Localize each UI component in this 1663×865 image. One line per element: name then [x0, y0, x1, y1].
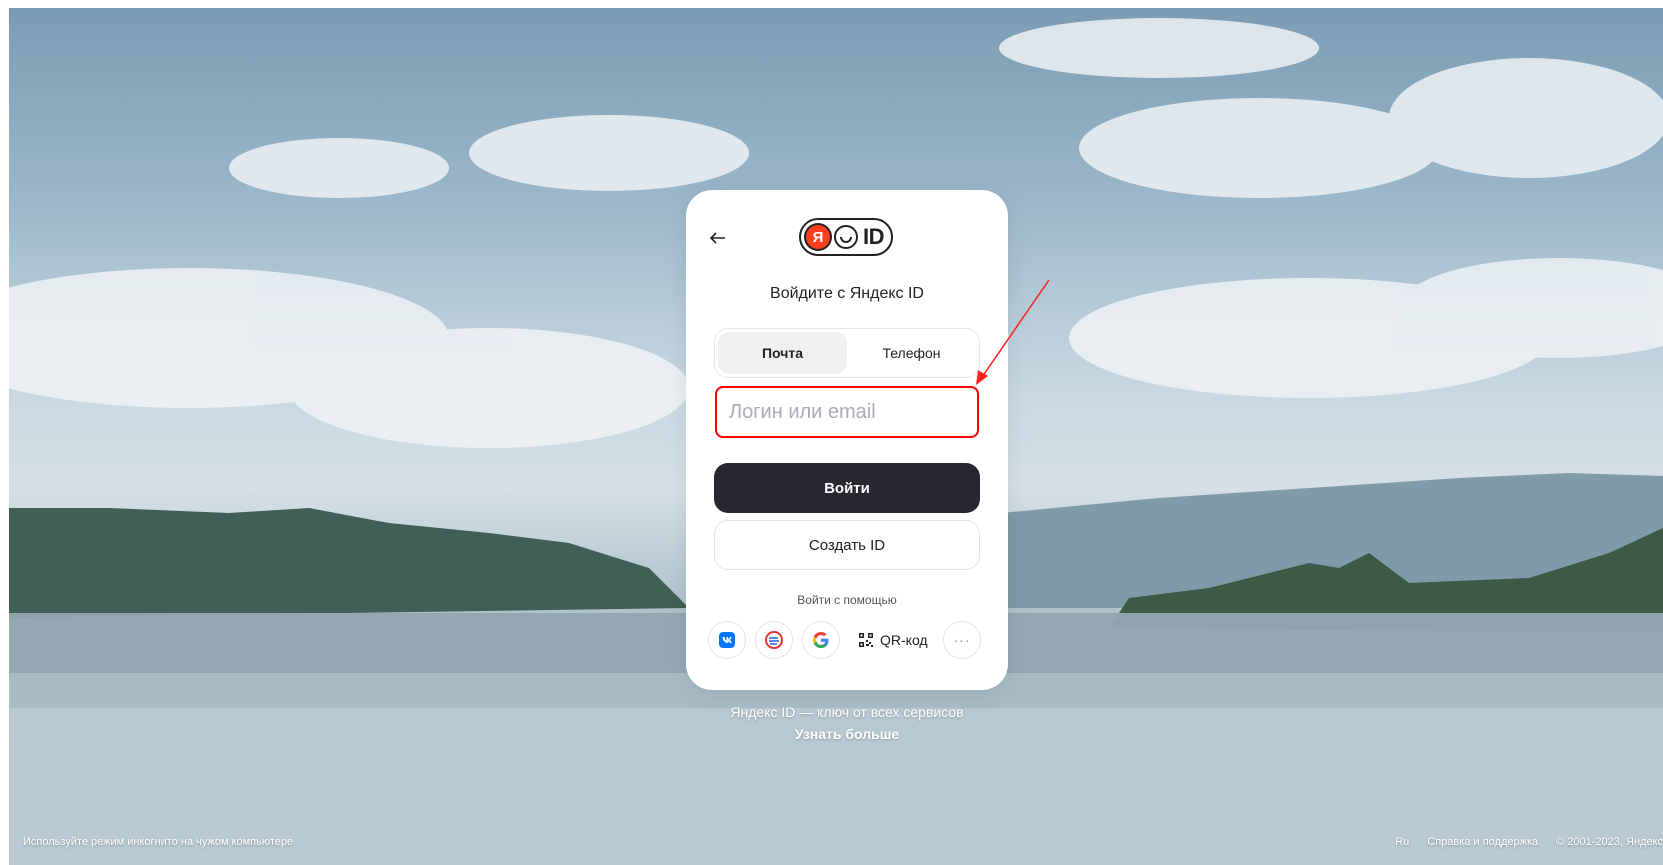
help-link[interactable]: Справка и поддержка: [1427, 836, 1538, 848]
incognito-hint: Используйте режим инкогнито на чужом ком…: [23, 836, 294, 848]
more-dots-icon: ···: [953, 632, 971, 648]
yandex-logo-icon: Я: [806, 225, 830, 249]
smile-icon: [834, 225, 858, 249]
language-switcher[interactable]: Ru: [1395, 836, 1409, 848]
tab-email[interactable]: Почта: [718, 332, 847, 374]
sber-login-button[interactable]: [755, 621, 793, 659]
copyright: © 2001-2023, Яндекс: [1556, 836, 1663, 848]
vk-login-button[interactable]: [708, 621, 746, 659]
create-id-button[interactable]: Создать ID: [714, 520, 980, 570]
back-button[interactable]: [706, 226, 730, 250]
login-card: Я ID Войдите с Яндекс ID Почта Телефон В…: [686, 190, 1008, 690]
google-login-button[interactable]: [802, 621, 840, 659]
login-method-tabs: Почта Телефон: [714, 328, 980, 378]
login-input[interactable]: [715, 386, 979, 438]
footer-links: Ru Справка и поддержка © 2001-2023, Янде…: [1395, 836, 1663, 848]
more-options-button[interactable]: ···: [943, 621, 981, 659]
login-button[interactable]: Войти: [714, 463, 980, 513]
alt-login-title: Войти с помощью: [797, 593, 897, 607]
learn-more-link[interactable]: Узнать больше: [686, 726, 1008, 742]
sber-icon: [765, 631, 783, 649]
yandex-id-logo: Я ID: [799, 218, 893, 256]
qr-label: QR-код: [880, 632, 928, 648]
qr-code-icon: [859, 633, 873, 647]
logo-id-text: ID: [863, 224, 885, 249]
promo-text: Яндекс ID — ключ от всех сервисов: [730, 704, 964, 720]
qr-login-button[interactable]: QR-код: [858, 621, 938, 659]
card-title: Войдите с Яндекс ID: [770, 285, 924, 302]
google-icon: [813, 632, 829, 648]
vk-icon: [719, 632, 735, 648]
arrow-left-icon: [710, 232, 725, 244]
tab-phone[interactable]: Телефон: [847, 332, 976, 374]
